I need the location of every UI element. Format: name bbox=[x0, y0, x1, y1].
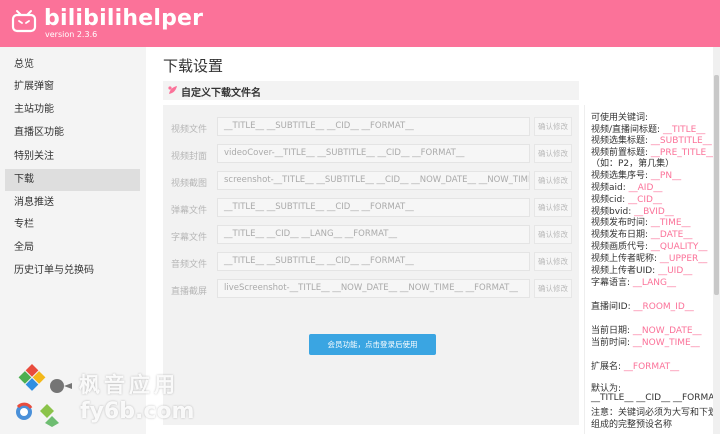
row-label-subtitle: 字幕文件 bbox=[171, 233, 208, 243]
audio-filename-input[interactable]: __TITLE__ __SUBTITLE__ __CID__ __FORMAT_… bbox=[217, 252, 530, 271]
row-label-danmaku: 弹幕文件 bbox=[171, 206, 208, 216]
subtitle-filename-input[interactable]: __TITLE__ __CID__ __LANG__ __FORMAT__ bbox=[217, 225, 530, 244]
page-title: 下载设置 bbox=[163, 57, 224, 75]
row-label-live-screenshot: 直播截屏 bbox=[171, 287, 208, 297]
help-line: 扩展名: __FORMAT__ bbox=[591, 362, 680, 372]
help-line: 字幕语言: __LANG__ bbox=[591, 278, 677, 288]
row-label-audio: 音频文件 bbox=[171, 260, 208, 270]
row-label-screenshot: 视频截图 bbox=[171, 179, 208, 189]
app-version: version 2.3.6 bbox=[45, 30, 98, 39]
sidebar-item-global[interactable]: 全局 bbox=[5, 237, 140, 259]
confirm-screenshot-button[interactable]: 确认修改 bbox=[534, 171, 572, 190]
help-line: 组成的完整预设名称 bbox=[591, 420, 673, 430]
section-title: 自定义下载文件名 bbox=[181, 88, 261, 99]
flower-icon bbox=[168, 86, 177, 94]
danmaku-filename-input[interactable]: __TITLE__ __SUBTITLE__ __CID__ __FORMAT_… bbox=[217, 198, 530, 217]
help-line: 当前时间: __NOW_TIME__ bbox=[591, 338, 700, 348]
sidebar-item-orders[interactable]: 历史订单与兑换码 bbox=[5, 260, 140, 282]
help-line: __TITLE__ __CID__ __FORMAT__ bbox=[591, 393, 720, 403]
sidebar-item-popup[interactable]: 扩展弹窗 bbox=[5, 76, 140, 98]
confirm-live-screenshot-button[interactable]: 确认修改 bbox=[534, 279, 572, 298]
sidebar-item-follow[interactable]: 特别关注 bbox=[5, 146, 140, 168]
cover-filename-input[interactable]: videoCover-__TITLE__ __SUBTITLE__ __CID_… bbox=[217, 144, 530, 163]
scrollbar-thumb[interactable] bbox=[714, 75, 719, 295]
keyword-help-panel: 可使用关键词: 视频/直播间标题: __TITLE__ 视频选集标题: __SU… bbox=[584, 105, 720, 434]
sidebar-item-main-site[interactable]: 主站功能 bbox=[5, 99, 140, 121]
screenshot-filename-input[interactable]: screenshot-__TITLE__ __SUBTITLE__ __CID_… bbox=[217, 171, 530, 190]
tv-logo-icon bbox=[11, 10, 37, 33]
vip-login-button[interactable]: 会员功能，点击登录后使用 bbox=[309, 334, 436, 355]
row-label-video: 视频文件 bbox=[171, 125, 208, 135]
confirm-cover-button[interactable]: 确认修改 bbox=[534, 144, 572, 163]
sidebar-item-live[interactable]: 直播区功能 bbox=[5, 122, 140, 144]
confirm-video-button[interactable]: 确认修改 bbox=[534, 117, 572, 136]
confirm-danmaku-button[interactable]: 确认修改 bbox=[534, 198, 572, 217]
sidebar-item-overview[interactable]: 总览 bbox=[5, 54, 140, 76]
video-filename-input[interactable]: __TITLE__ __SUBTITLE__ __CID__ __FORMAT_… bbox=[217, 117, 530, 136]
live-screenshot-filename-input[interactable]: liveScreenshot-__TITLE__ __NOW_DATE__ __… bbox=[217, 279, 530, 298]
watermark-title: 枫音应用 bbox=[79, 373, 179, 397]
confirm-audio-button[interactable]: 确认修改 bbox=[534, 252, 572, 271]
row-label-cover: 视频封面 bbox=[171, 152, 208, 162]
help-line: 直播间ID: __ROOM_ID__ bbox=[591, 302, 694, 312]
app-title: bilibilihelper bbox=[44, 6, 204, 31]
watermark-url: fy6b.com bbox=[80, 399, 195, 424]
sidebar-item-push[interactable]: 消息推送 bbox=[5, 192, 140, 214]
confirm-subtitle-button[interactable]: 确认修改 bbox=[534, 225, 572, 244]
sidebar-item-download[interactable]: 下载 bbox=[5, 169, 140, 191]
sidebar-item-column[interactable]: 专栏 bbox=[5, 214, 140, 236]
